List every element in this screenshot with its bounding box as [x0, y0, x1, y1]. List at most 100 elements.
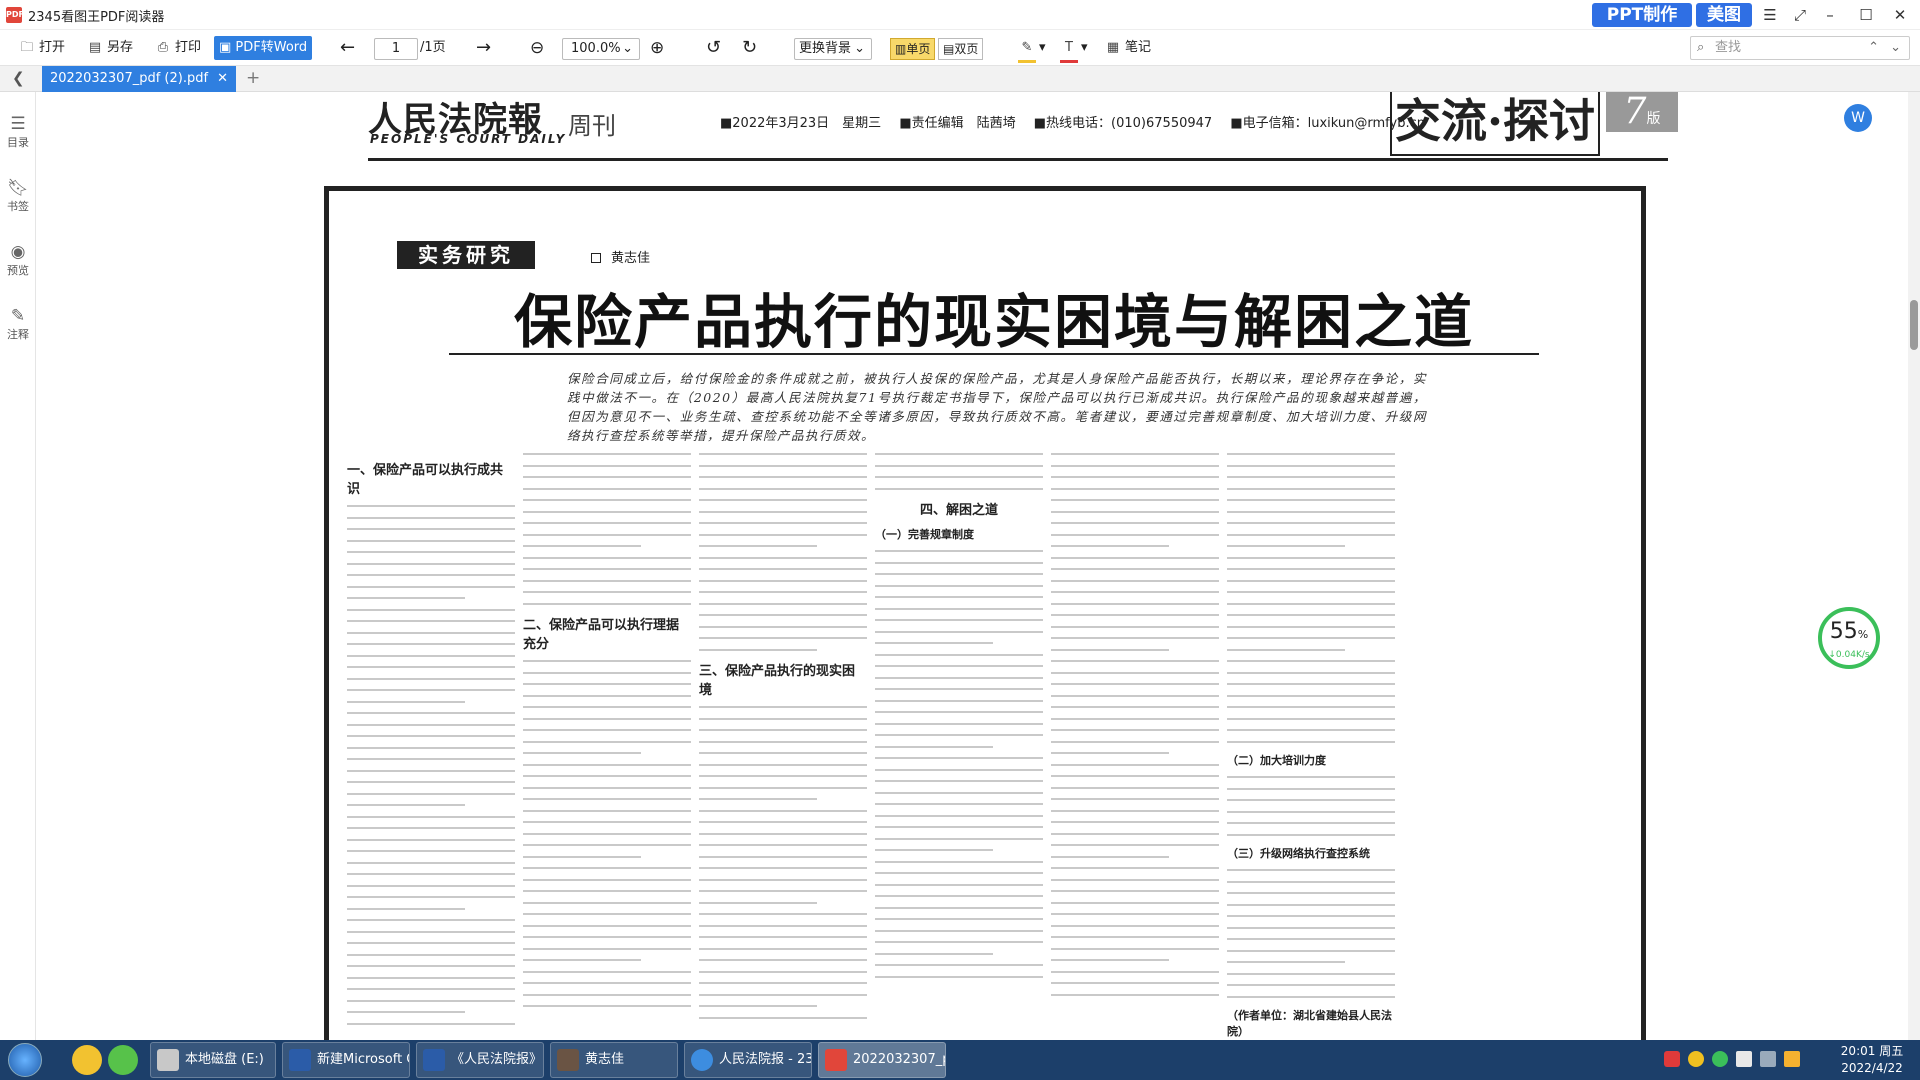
document-viewer[interactable]: 人民法院報 PEOPLE'S COURT DAILY 周刊 ■2022年3月23… [36, 92, 1920, 1040]
taskbar-item-disk[interactable]: 本地磁盘 (E:) [150, 1042, 276, 1078]
security-icon[interactable] [1688, 1051, 1704, 1067]
body-text-line [1227, 892, 1395, 894]
body-text-line [699, 499, 867, 501]
text-tool[interactable]: T ▾ [1060, 36, 1088, 63]
body-text-line [1051, 775, 1219, 777]
tray-app-icon[interactable] [1712, 1051, 1728, 1067]
taskbar-item-word1[interactable]: 新建Microsoft O... [282, 1042, 410, 1078]
text-color-icon: T [1060, 36, 1078, 63]
body-text-line [523, 499, 691, 501]
sidebar-item-preview[interactable]: ◉ 预览 [0, 242, 36, 278]
rotate-right-icon[interactable]: ↻ [742, 36, 757, 60]
body-text-line [699, 453, 867, 455]
media-player-icon[interactable] [108, 1045, 138, 1075]
saveas-button[interactable]: ▤ 另存 [86, 36, 133, 60]
network-speed-widget[interactable]: 55% ↓0.04K/s [1818, 607, 1880, 669]
tab-document[interactable]: 2022032307_pdf (2).pdf ✕ [42, 66, 236, 92]
new-tab-icon[interactable]: + [246, 68, 260, 88]
body-text-line [1227, 972, 1395, 975]
taskbar-item-browser[interactable]: 人民法院报 - 234... [684, 1042, 812, 1078]
body-text-line [347, 965, 515, 967]
body-text-line [699, 924, 867, 927]
ppt-make-button[interactable]: PPT制作 [1592, 3, 1692, 27]
menu-icon[interactable]: ☰ [1756, 4, 1784, 26]
body-text-line [1227, 915, 1395, 917]
body-text-line [875, 952, 993, 955]
zoom-in-icon[interactable]: ⊕ [650, 36, 664, 60]
body-text-line [1227, 799, 1395, 801]
body-text-line [699, 1005, 817, 1007]
body-text-line [1227, 903, 1395, 906]
prev-page-icon[interactable]: ← [340, 36, 355, 60]
print-button[interactable]: ⎙ 打印 [154, 36, 201, 60]
left-sidebar: ☰ 目录 🔖︎ 书签 ◉ 预览 ✎ 注释 [0, 92, 36, 1040]
system-clock[interactable]: 20:01 周五 2022/4/22 [1830, 1043, 1914, 1077]
rotate-left-icon[interactable]: ↺ [706, 36, 721, 60]
input-method-icon[interactable] [1664, 1051, 1680, 1067]
weekly-label: 周刊 [568, 112, 616, 140]
close-icon[interactable]: ✕ [1886, 4, 1914, 26]
body-text-line [523, 901, 691, 904]
double-page-button[interactable]: ▤双页 [938, 38, 984, 60]
body-text-line [1051, 660, 1219, 662]
taskbar-item-word2[interactable]: 《人民法院报》... [416, 1042, 544, 1078]
vertical-scrollbar[interactable] [1908, 92, 1920, 1040]
highlight-tool[interactable]: ✎ ▾ [1018, 36, 1046, 63]
chevron-down-icon: ⌄ [622, 41, 633, 56]
sidebar-item-toc[interactable]: ☰ 目录 [0, 114, 36, 150]
minimize-icon[interactable]: – [1816, 4, 1844, 26]
body-text-line [699, 763, 867, 766]
single-page-button[interactable]: ▥单页 [890, 38, 936, 60]
start-button[interactable] [8, 1043, 42, 1077]
next-page-icon[interactable]: → [476, 36, 491, 60]
body-text-line [347, 677, 515, 680]
body-text-line [347, 850, 515, 852]
volume-icon[interactable] [1760, 1051, 1776, 1067]
body-text-line [1227, 776, 1395, 778]
body-text-line [1227, 949, 1395, 952]
search-down-icon[interactable]: ⌄ [1890, 37, 1901, 59]
body-text-line [523, 602, 691, 605]
body-text-line [1051, 545, 1169, 547]
body-text-line [1227, 880, 1395, 883]
taskbar-item-photo[interactable]: 黄志佳 [550, 1042, 678, 1078]
open-button[interactable]: 🗀 打开 [18, 36, 65, 60]
meitu-button[interactable]: 美图 [1696, 3, 1752, 27]
sidebar-item-annotation[interactable]: ✎ 注释 [0, 306, 36, 342]
body-text-line [1051, 648, 1169, 651]
body-text-line [699, 487, 867, 490]
body-text-line [1051, 844, 1219, 846]
search-up-icon[interactable]: ⌃ [1868, 37, 1879, 59]
collapse-sidebar-icon[interactable]: ❮ [12, 69, 25, 87]
network-icon[interactable] [1736, 1051, 1752, 1067]
fullscreen-icon[interactable]: ⤢ [1786, 4, 1814, 26]
body-text-line [523, 740, 691, 743]
zoom-select[interactable]: 100.0% ⌄ [562, 38, 640, 60]
scrollbar-thumb[interactable] [1910, 300, 1918, 350]
browser-launcher-icon[interactable] [72, 1045, 102, 1075]
maximize-icon[interactable]: ☐ [1852, 4, 1880, 26]
body-text-line [875, 803, 1043, 805]
body-text-line [875, 906, 1043, 909]
body-text-line [347, 999, 515, 1002]
convert-to-word-icon[interactable]: W [1844, 104, 1872, 132]
sidebar-item-bookmark[interactable]: 🔖︎ 书签 [0, 178, 36, 214]
body-text-line [347, 666, 515, 668]
body-text-line [1051, 786, 1219, 789]
page-number-input[interactable]: 1 [374, 38, 418, 60]
body-text-line [1227, 476, 1395, 478]
note-button[interactable]: ▦ 笔记 [1104, 36, 1151, 60]
taskbar-item-pdf[interactable]: 2022032307_pdf... [818, 1042, 946, 1078]
close-tab-icon[interactable]: ✕ [217, 66, 228, 92]
body-text-line [523, 533, 691, 536]
change-background-select[interactable]: 更换背景 ⌄ [794, 38, 872, 60]
body-column: 三、保险产品执行的现实困境 [699, 453, 867, 1040]
body-text-line [1227, 545, 1345, 547]
search-input[interactable]: ⌕ 查找 ⌃ ⌄ [1690, 36, 1910, 60]
body-text-line [875, 688, 1043, 690]
body-text-line [523, 671, 691, 674]
pdf-to-word-button[interactable]: ▣ PDF转Word [214, 36, 313, 60]
body-text-line [523, 717, 691, 720]
tray-extra-icon[interactable] [1784, 1051, 1800, 1067]
zoom-out-icon[interactable]: ⊖ [530, 36, 544, 60]
